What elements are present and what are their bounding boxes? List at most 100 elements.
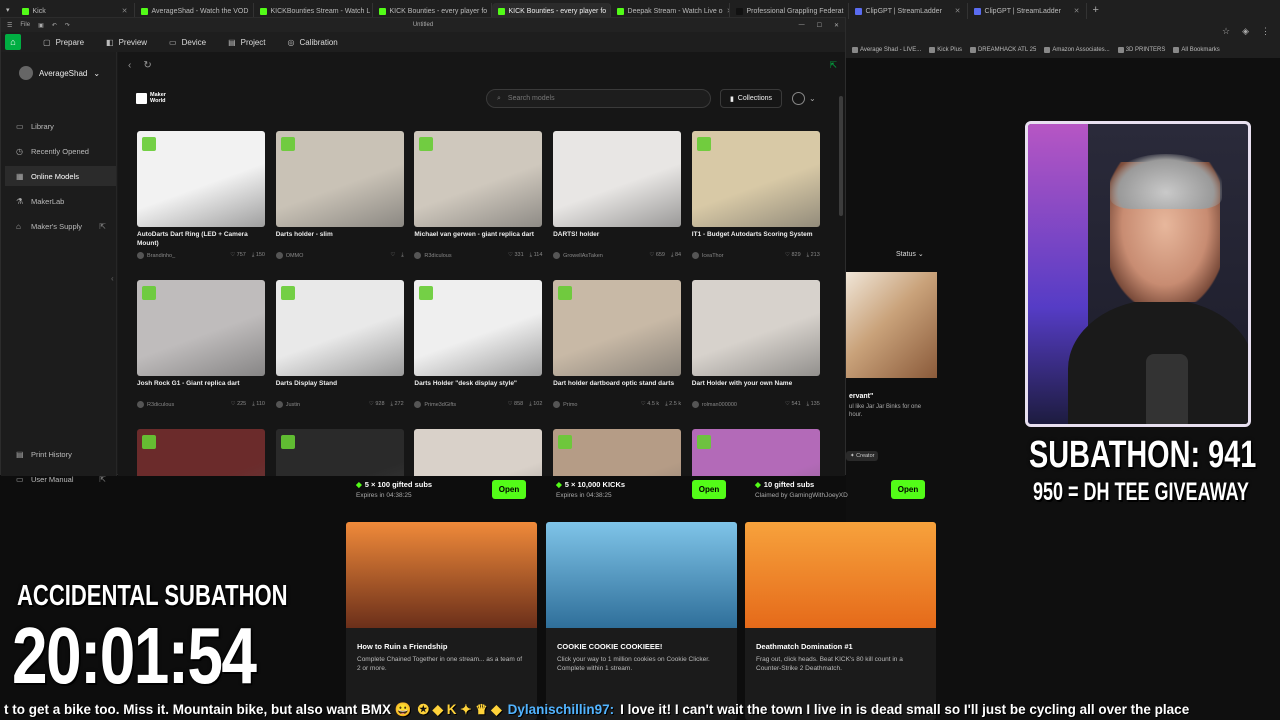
refresh-icon[interactable]: ↻	[143, 60, 151, 71]
model-thumbnail[interactable]	[137, 429, 265, 476]
model-meta: IceaThor ♡ 829 ⤓ 213	[691, 252, 820, 259]
model-thumbnail[interactable]	[275, 280, 404, 376]
maximize-icon[interactable]: ☐	[817, 22, 822, 29]
collapse-sidebar-icon[interactable]: ‹	[111, 274, 114, 283]
nav-prepare[interactable]: ▢ Prepare	[43, 38, 84, 47]
close-icon[interactable]: ✕	[834, 22, 839, 29]
close-icon[interactable]: ✕	[955, 7, 961, 15]
nav-project[interactable]: ▤ Project	[228, 38, 265, 47]
model-card[interactable]	[691, 429, 820, 476]
model-thumbnail[interactable]	[275, 131, 404, 227]
model-thumbnail[interactable]	[553, 429, 682, 476]
status-filter[interactable]: Status ⌄	[896, 250, 924, 258]
model-meta: rolman000000 ♡ 541 ⤓ 135	[691, 401, 820, 408]
sidebar-item-library[interactable]: ▭ Library	[5, 116, 116, 136]
new-tab-button[interactable]: +	[1087, 4, 1105, 16]
nav-label: Project	[240, 37, 266, 47]
model-card[interactable]	[275, 429, 404, 476]
sidebar-item-user-manual[interactable]: ▭ User Manual ⇱	[5, 469, 116, 489]
author-name: Brandinho_	[147, 252, 176, 259]
model-card[interactable]: IT1 - Budget Autodarts Scoring System Ice…	[691, 131, 820, 259]
sidebar-item-print-history[interactable]: ▤ Print History	[5, 444, 116, 464]
streamer-hair	[1110, 154, 1222, 209]
back-icon[interactable]: ‹	[128, 60, 131, 71]
model-thumbnail[interactable]	[414, 131, 543, 227]
sidebar-item-maker-s-supply[interactable]: ⌂ Maker's Supply ⇱	[5, 216, 116, 236]
bookmark-item[interactable]: Average Shad - LIVE...	[852, 47, 921, 53]
model-thumbnail[interactable]	[691, 131, 820, 227]
drop-header: ◆ 10 gifted subs Claimed by GamingWithJoey…	[745, 475, 935, 509]
model-thumbnail[interactable]	[691, 429, 820, 476]
profile-menu[interactable]: ⌄	[792, 92, 816, 105]
open-external-icon[interactable]: ⇱	[829, 60, 837, 71]
bounty-card[interactable]: Deathmatch Domination #1 Frag out, click …	[745, 522, 936, 720]
downloads-count: 150	[255, 252, 265, 258]
bookmark-item[interactable]: Kick Plus	[929, 47, 962, 53]
model-thumbnail[interactable]	[414, 280, 543, 376]
sidebar-item-makerlab[interactable]: ⚗ MakerLab	[5, 191, 116, 211]
close-icon[interactable]: ✕	[1074, 7, 1080, 15]
nav-preview[interactable]: ◧ Preview	[106, 38, 147, 47]
bookmark-item[interactable]: All Bookmarks	[1173, 47, 1220, 53]
scrollbar[interactable]	[839, 96, 843, 216]
sidebar-item-online-models[interactable]: ▦ Online Models	[5, 166, 116, 186]
model-thumbnail[interactable]	[691, 280, 820, 376]
model-thumbnail[interactable]	[553, 280, 682, 376]
collections-label: Collections	[737, 95, 773, 102]
collections-button[interactable]: ▮ Collections	[720, 89, 782, 108]
model-card[interactable]: Darts holder - slim OMMO ♡ ⤓	[275, 131, 404, 259]
tab-label: Professional Grappling Federat	[746, 7, 844, 15]
browser-tab[interactable]: ClipGPT | StreamLadder ✕	[968, 3, 1087, 19]
bounty-image[interactable]	[346, 522, 537, 628]
bookmark-item[interactable]: Amazon Associates...	[1044, 47, 1110, 53]
model-card[interactable]	[414, 429, 543, 476]
model-card[interactable]: Darts Display Stand Justin ♡ 928 ⤓ 272	[275, 280, 404, 408]
model-thumbnail[interactable]	[137, 280, 265, 376]
nav-device[interactable]: ▭ Device	[169, 38, 206, 47]
minimize-icon[interactable]: —	[799, 22, 805, 29]
likes-stat: ♡ 829	[785, 252, 801, 259]
model-name: Dart Holder with your own Name	[691, 380, 793, 387]
model-card[interactable]: Dart holder dartboard optic stand darts P…	[553, 280, 682, 408]
search-input[interactable]: ⌕ Search models	[486, 89, 711, 108]
model-card[interactable]	[553, 429, 682, 476]
makerworld-logo[interactable]: Maker World	[136, 92, 166, 104]
model-card[interactable]: DARTS! holder GrowellAsTaken ♡ 659 ⤓ 84	[553, 131, 682, 259]
model-card[interactable]: AutoDarts Dart Ring (LED + Camera Mount)…	[137, 131, 265, 259]
ticker-text-2: I love it! I can't wait the town I live …	[620, 702, 1190, 717]
extension-icon[interactable]: ◈	[1242, 26, 1249, 37]
browser-tab[interactable]: ClipGPT | StreamLadder ✕	[849, 3, 968, 19]
open-button[interactable]: Open	[891, 480, 925, 499]
model-thumbnail[interactable]	[553, 131, 682, 227]
sidebar-item-recently-opened[interactable]: ◷ Recently Opened	[5, 141, 116, 161]
bookmark-item[interactable]: DREAMHACK ATL 25	[969, 47, 1036, 53]
menu-icon[interactable]: ⋮	[1261, 26, 1270, 37]
window-menu-icon[interactable]: ▾	[0, 6, 16, 14]
bounty-card[interactable]: How to Ruin a Friendship Complete Chained…	[346, 522, 537, 720]
model-thumbnail[interactable]	[275, 429, 404, 476]
logo-line2: World	[150, 98, 166, 104]
model-card[interactable]: Josh Rock G1 - Giant replica dart R3dicul…	[137, 280, 265, 408]
model-thumbnail[interactable]	[414, 429, 543, 476]
open-button[interactable]: Open	[692, 480, 726, 499]
model-thumbnail[interactable]	[137, 131, 265, 227]
model-card[interactable]: Michael van gerwen - giant replica dart R…	[414, 131, 543, 259]
bounty-image[interactable]	[546, 522, 737, 628]
bounty-card[interactable]: COOKIE COOKIE COOKIEEE! Click your way to…	[546, 522, 737, 720]
home-icon: ⌂	[10, 37, 16, 47]
open-button[interactable]: Open	[492, 480, 526, 499]
close-icon[interactable]: ✕	[122, 7, 128, 15]
user-menu[interactable]: AverageShad ⌄	[19, 66, 100, 80]
bounty-thumbnail[interactable]	[846, 272, 937, 378]
model-card[interactable]	[137, 429, 265, 476]
bookmark-item[interactable]: 3D PRINTERS	[1117, 47, 1165, 53]
model-card[interactable]: Dart Holder with your own Name rolman0000…	[691, 280, 820, 408]
model-card[interactable]: Darts Holder "desk display style" Prime3d…	[414, 280, 543, 408]
star-icon[interactable]: ☆	[1222, 26, 1230, 37]
model-stats: ♡ 225 ⤓ 110	[231, 401, 265, 408]
likes-stat: ♡ 331	[508, 252, 524, 259]
home-button[interactable]: ⌂	[5, 34, 21, 50]
avatar	[19, 66, 33, 80]
bounty-image[interactable]	[745, 522, 936, 628]
nav-calibration[interactable]: ◎ Calibration	[288, 38, 338, 47]
